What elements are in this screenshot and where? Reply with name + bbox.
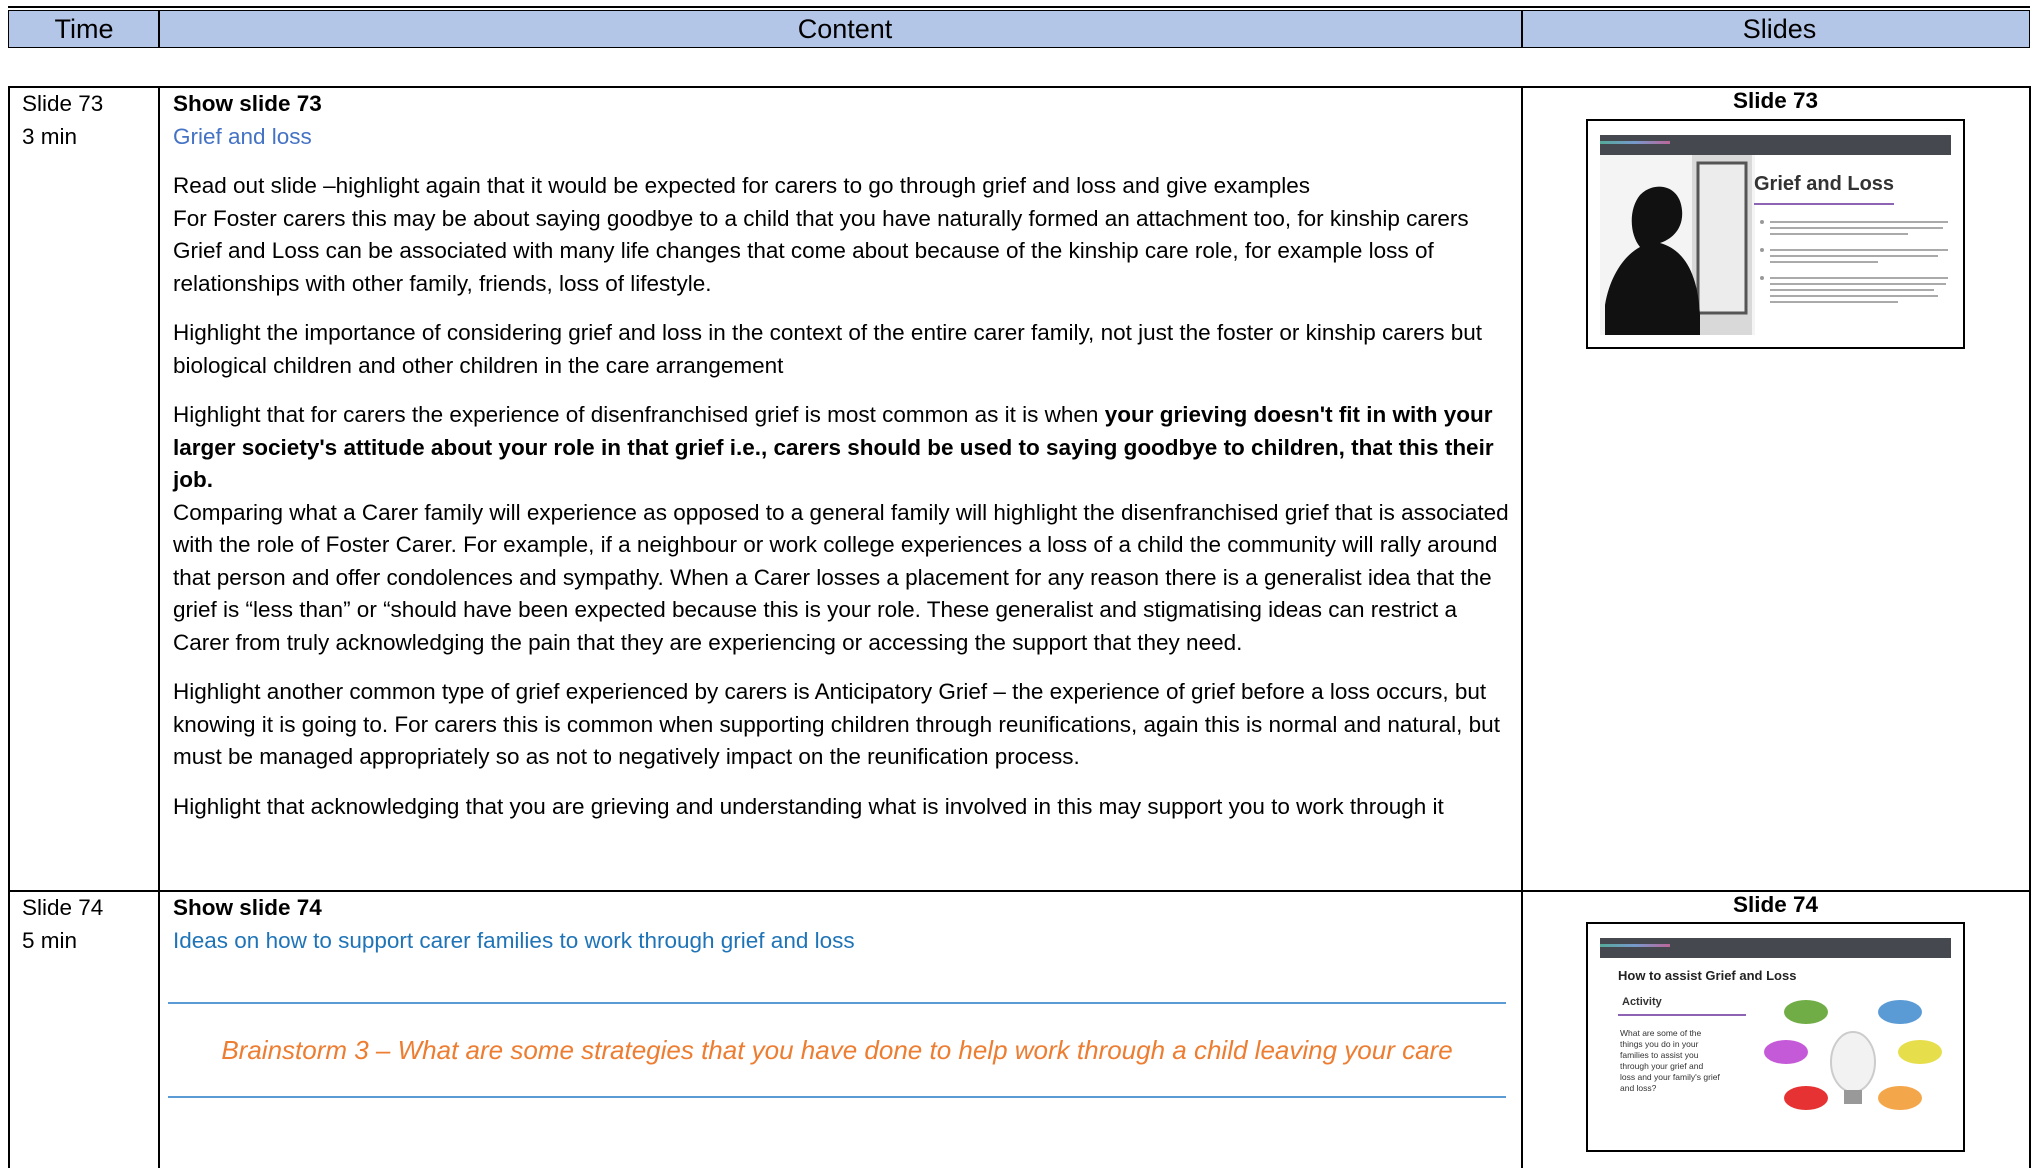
brainstorm-callout: Brainstorm 3 – What are some strategies … — [168, 1002, 1506, 1098]
time-cell-74: Slide 74 5 min — [22, 892, 103, 957]
top-rule — [8, 6, 2030, 8]
show-slide-heading: Show slide 74 — [173, 895, 322, 920]
thumb-question: What are some of the things you do in yo… — [1620, 1028, 1720, 1093]
section-subtitle: Grief and loss — [173, 123, 312, 149]
paragraph-text: Highlight that for carers the experience… — [173, 402, 1105, 427]
table-left-border — [8, 86, 10, 1168]
header-divider — [1521, 10, 1523, 48]
slide-label: Slide 73 — [1732, 88, 1819, 113]
time-duration: 3 min — [22, 123, 78, 149]
paragraph: Read out slide –highlight again that it … — [173, 170, 1513, 300]
column-divider — [1521, 86, 1523, 1168]
paragraph: Highlight the importance of considering … — [173, 320, 1482, 378]
grieving-figure-image — [1600, 155, 1755, 335]
paragraph-text: Comparing what a Carer family will exper… — [173, 499, 1509, 655]
paragraph: Highlight that for carers the experience… — [173, 399, 1513, 659]
paragraph: Highlight another common type of grief e… — [173, 679, 1500, 769]
slide-thumbnail-73: Grief and Loss — [1586, 119, 1965, 349]
thumb-rule — [1618, 1014, 1746, 1016]
paragraph: Highlight that acknowledging that you ar… — [173, 793, 1444, 819]
time-slide: Slide 73 — [22, 91, 104, 116]
header-divider — [158, 10, 160, 48]
table-right-border — [2029, 86, 2031, 1168]
thumb-title: How to assist Grief and Loss — [1618, 968, 1797, 983]
header-content: Content — [797, 13, 893, 44]
slide-label: Slide 74 — [1732, 892, 1819, 917]
lightbulb-ideas-image — [1764, 1000, 1942, 1110]
section-subtitle: Ideas on how to support carer families t… — [173, 927, 855, 953]
time-slide: Slide 74 — [22, 895, 104, 920]
table-header: Time Content Slides — [8, 10, 2030, 48]
content-cell-73: Show slide 73 Grief and loss Read out sl… — [173, 88, 1513, 823]
header-time: Time — [54, 13, 114, 44]
time-duration: 5 min — [22, 927, 78, 953]
thumb-bullet-text — [1760, 220, 1948, 303]
thumb-activity: Activity — [1622, 996, 1662, 1008]
slide-banner — [1600, 135, 1951, 155]
show-slide-heading: Show slide 73 — [173, 91, 322, 116]
time-cell-73: Slide 73 3 min — [22, 88, 103, 153]
slide-thumbnail-74: How to assist Grief and Loss Activity Wh… — [1586, 922, 1965, 1152]
paragraph-line: For Foster carers this may be about sayi… — [173, 205, 1469, 296]
header-slides: Slides — [1742, 13, 1817, 44]
column-divider — [158, 86, 160, 1168]
paragraph-line: Read out slide –highlight again that it … — [173, 173, 1310, 198]
thumb-title: Grief and Loss — [1754, 173, 1895, 195]
thumb-rule — [1754, 203, 1894, 205]
slide-banner — [1600, 938, 1951, 958]
content-cell-74: Show slide 74 Ideas on how to support ca… — [173, 892, 1513, 957]
